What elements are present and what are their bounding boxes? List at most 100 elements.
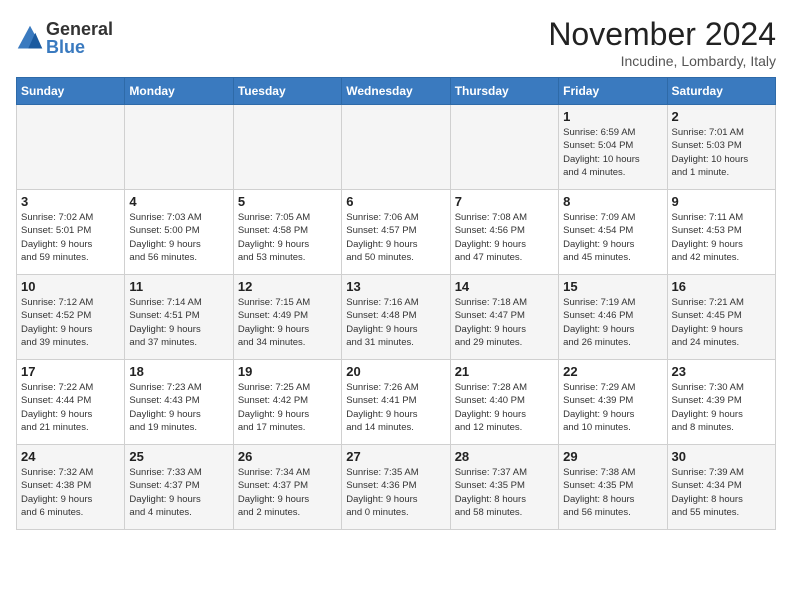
day-cell: 17 Sunrise: 7:22 AMSunset: 4:44 PMDayligh… bbox=[17, 360, 125, 445]
day-info: Sunrise: 7:26 AMSunset: 4:41 PMDaylight:… bbox=[346, 381, 445, 434]
day-info: Sunrise: 7:37 AMSunset: 4:35 PMDaylight:… bbox=[455, 466, 554, 519]
day-cell bbox=[125, 105, 233, 190]
header-day-saturday: Saturday bbox=[667, 78, 775, 105]
logo-blue-text: Blue bbox=[46, 38, 113, 56]
location: Incudine, Lombardy, Italy bbox=[548, 53, 776, 69]
header-day-wednesday: Wednesday bbox=[342, 78, 450, 105]
day-cell: 20 Sunrise: 7:26 AMSunset: 4:41 PMDayligh… bbox=[342, 360, 450, 445]
day-cell: 10 Sunrise: 7:12 AMSunset: 4:52 PMDayligh… bbox=[17, 275, 125, 360]
day-info: Sunrise: 7:30 AMSunset: 4:39 PMDaylight:… bbox=[672, 381, 771, 434]
day-number: 2 bbox=[672, 109, 771, 124]
header-day-tuesday: Tuesday bbox=[233, 78, 341, 105]
header-row: SundayMondayTuesdayWednesdayThursdayFrid… bbox=[17, 78, 776, 105]
day-info: Sunrise: 7:29 AMSunset: 4:39 PMDaylight:… bbox=[563, 381, 662, 434]
day-cell: 21 Sunrise: 7:28 AMSunset: 4:40 PMDayligh… bbox=[450, 360, 558, 445]
day-cell: 6 Sunrise: 7:06 AMSunset: 4:57 PMDaylight… bbox=[342, 190, 450, 275]
day-info: Sunrise: 7:33 AMSunset: 4:37 PMDaylight:… bbox=[129, 466, 228, 519]
day-number: 17 bbox=[21, 364, 120, 379]
day-info: Sunrise: 7:39 AMSunset: 4:34 PMDaylight:… bbox=[672, 466, 771, 519]
day-cell: 3 Sunrise: 7:02 AMSunset: 5:01 PMDaylight… bbox=[17, 190, 125, 275]
logo-icon bbox=[16, 24, 44, 52]
day-cell: 11Sunrise: 7:14 AMSunset: 4:51 PMDayligh… bbox=[125, 275, 233, 360]
day-cell: 4 Sunrise: 7:03 AMSunset: 5:00 PMDaylight… bbox=[125, 190, 233, 275]
day-number: 25 bbox=[129, 449, 228, 464]
day-info: Sunrise: 7:34 AMSunset: 4:37 PMDaylight:… bbox=[238, 466, 337, 519]
day-cell: 12 Sunrise: 7:15 AMSunset: 4:49 PMDayligh… bbox=[233, 275, 341, 360]
day-info: Sunrise: 7:08 AMSunset: 4:56 PMDaylight:… bbox=[455, 211, 554, 264]
day-cell: 2 Sunrise: 7:01 AMSunset: 5:03 PMDaylight… bbox=[667, 105, 775, 190]
day-number: 20 bbox=[346, 364, 445, 379]
day-number: 21 bbox=[455, 364, 554, 379]
day-info: Sunrise: 6:59 AMSunset: 5:04 PMDaylight:… bbox=[563, 126, 662, 179]
day-cell: 25 Sunrise: 7:33 AMSunset: 4:37 PMDayligh… bbox=[125, 445, 233, 530]
day-info: Sunrise: 7:28 AMSunset: 4:40 PMDaylight:… bbox=[455, 381, 554, 434]
week-row-3: 17 Sunrise: 7:22 AMSunset: 4:44 PMDayligh… bbox=[17, 360, 776, 445]
day-cell: 13Sunrise: 7:16 AMSunset: 4:48 PMDayligh… bbox=[342, 275, 450, 360]
week-row-1: 3 Sunrise: 7:02 AMSunset: 5:01 PMDaylight… bbox=[17, 190, 776, 275]
day-info: Sunrise: 7:22 AMSunset: 4:44 PMDaylight:… bbox=[21, 381, 120, 434]
day-number: 3 bbox=[21, 194, 120, 209]
calendar-body: 1 Sunrise: 6:59 AMSunset: 5:04 PMDaylight… bbox=[17, 105, 776, 530]
header-day-thursday: Thursday bbox=[450, 78, 558, 105]
header-day-sunday: Sunday bbox=[17, 78, 125, 105]
week-row-2: 10 Sunrise: 7:12 AMSunset: 4:52 PMDayligh… bbox=[17, 275, 776, 360]
day-info: Sunrise: 7:19 AMSunset: 4:46 PMDaylight:… bbox=[563, 296, 662, 349]
day-cell bbox=[342, 105, 450, 190]
day-info: Sunrise: 7:02 AMSunset: 5:01 PMDaylight:… bbox=[21, 211, 120, 264]
day-cell: 27Sunrise: 7:35 AMSunset: 4:36 PMDayligh… bbox=[342, 445, 450, 530]
title-area: November 2024 Incudine, Lombardy, Italy bbox=[548, 16, 776, 69]
day-number: 30 bbox=[672, 449, 771, 464]
week-row-4: 24Sunrise: 7:32 AMSunset: 4:38 PMDayligh… bbox=[17, 445, 776, 530]
day-number: 15 bbox=[563, 279, 662, 294]
day-cell: 19Sunrise: 7:25 AMSunset: 4:42 PMDayligh… bbox=[233, 360, 341, 445]
day-number: 23 bbox=[672, 364, 771, 379]
day-info: Sunrise: 7:03 AMSunset: 5:00 PMDaylight:… bbox=[129, 211, 228, 264]
day-info: Sunrise: 7:11 AMSunset: 4:53 PMDaylight:… bbox=[672, 211, 771, 264]
day-info: Sunrise: 7:12 AMSunset: 4:52 PMDaylight:… bbox=[21, 296, 120, 349]
day-number: 7 bbox=[455, 194, 554, 209]
day-number: 19 bbox=[238, 364, 337, 379]
day-info: Sunrise: 7:18 AMSunset: 4:47 PMDaylight:… bbox=[455, 296, 554, 349]
day-number: 5 bbox=[238, 194, 337, 209]
day-cell: 18 Sunrise: 7:23 AMSunset: 4:43 PMDayligh… bbox=[125, 360, 233, 445]
logo-text: General Blue bbox=[46, 20, 113, 56]
day-info: Sunrise: 7:38 AMSunset: 4:35 PMDaylight:… bbox=[563, 466, 662, 519]
day-info: Sunrise: 7:15 AMSunset: 4:49 PMDaylight:… bbox=[238, 296, 337, 349]
day-info: Sunrise: 7:23 AMSunset: 4:43 PMDaylight:… bbox=[129, 381, 228, 434]
day-cell: 9 Sunrise: 7:11 AMSunset: 4:53 PMDaylight… bbox=[667, 190, 775, 275]
day-number: 4 bbox=[129, 194, 228, 209]
day-number: 11 bbox=[129, 279, 228, 294]
day-number: 28 bbox=[455, 449, 554, 464]
day-number: 10 bbox=[21, 279, 120, 294]
day-cell: 29 Sunrise: 7:38 AMSunset: 4:35 PMDayligh… bbox=[559, 445, 667, 530]
day-number: 18 bbox=[129, 364, 228, 379]
day-number: 1 bbox=[563, 109, 662, 124]
day-cell: 24Sunrise: 7:32 AMSunset: 4:38 PMDayligh… bbox=[17, 445, 125, 530]
header-day-monday: Monday bbox=[125, 78, 233, 105]
day-number: 6 bbox=[346, 194, 445, 209]
day-number: 22 bbox=[563, 364, 662, 379]
day-cell: 16Sunrise: 7:21 AMSunset: 4:45 PMDayligh… bbox=[667, 275, 775, 360]
day-cell bbox=[233, 105, 341, 190]
day-cell: 14Sunrise: 7:18 AMSunset: 4:47 PMDayligh… bbox=[450, 275, 558, 360]
day-info: Sunrise: 7:06 AMSunset: 4:57 PMDaylight:… bbox=[346, 211, 445, 264]
day-info: Sunrise: 7:09 AMSunset: 4:54 PMDaylight:… bbox=[563, 211, 662, 264]
day-info: Sunrise: 7:01 AMSunset: 5:03 PMDaylight:… bbox=[672, 126, 771, 179]
day-number: 9 bbox=[672, 194, 771, 209]
day-cell: 28 Sunrise: 7:37 AMSunset: 4:35 PMDayligh… bbox=[450, 445, 558, 530]
day-info: Sunrise: 7:05 AMSunset: 4:58 PMDaylight:… bbox=[238, 211, 337, 264]
logo-general-text: General bbox=[46, 20, 113, 38]
day-number: 12 bbox=[238, 279, 337, 294]
day-number: 29 bbox=[563, 449, 662, 464]
day-cell: 23 Sunrise: 7:30 AMSunset: 4:39 PMDayligh… bbox=[667, 360, 775, 445]
day-number: 26 bbox=[238, 449, 337, 464]
calendar-table: SundayMondayTuesdayWednesdayThursdayFrid… bbox=[16, 77, 776, 530]
day-info: Sunrise: 7:21 AMSunset: 4:45 PMDaylight:… bbox=[672, 296, 771, 349]
day-cell: 30 Sunrise: 7:39 AMSunset: 4:34 PMDayligh… bbox=[667, 445, 775, 530]
day-number: 24 bbox=[21, 449, 120, 464]
day-info: Sunrise: 7:16 AMSunset: 4:48 PMDaylight:… bbox=[346, 296, 445, 349]
day-cell: 7 Sunrise: 7:08 AMSunset: 4:56 PMDaylight… bbox=[450, 190, 558, 275]
logo: General Blue bbox=[16, 20, 113, 56]
day-number: 8 bbox=[563, 194, 662, 209]
day-cell bbox=[17, 105, 125, 190]
